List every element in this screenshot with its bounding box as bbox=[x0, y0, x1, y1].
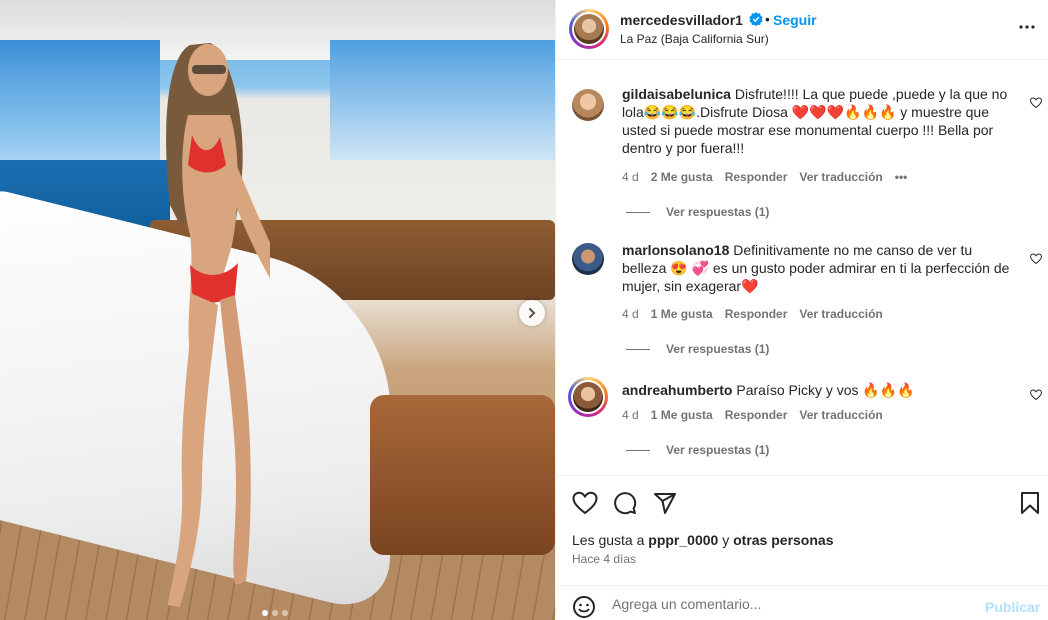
comment-text: gildaisabelunica Disfrute!!!! La que pue… bbox=[622, 85, 1016, 157]
view-replies-label: Ver respuestas (1) bbox=[666, 205, 770, 219]
reply-button[interactable]: Responder bbox=[725, 307, 788, 321]
carousel-dot bbox=[272, 610, 278, 616]
comment-composer: Publicar bbox=[556, 585, 1048, 620]
carousel-indicator bbox=[262, 610, 288, 616]
comment-body: Paraíso Picky y vos 🔥🔥🔥 bbox=[732, 382, 915, 398]
commenter-username[interactable]: andreahumberto bbox=[622, 382, 732, 398]
carousel-dot bbox=[282, 610, 288, 616]
translate-button[interactable]: Ver traducción bbox=[799, 170, 882, 184]
heart-icon[interactable] bbox=[1030, 97, 1042, 109]
post-header: mercedesvillador1 • Seguir La Paz (Baja … bbox=[556, 0, 1048, 60]
comment-text: andreahumberto Paraíso Picky y vos 🔥🔥🔥 bbox=[622, 381, 1016, 399]
next-photo-button[interactable] bbox=[519, 300, 545, 326]
likes-prefix: Les gusta a bbox=[572, 532, 649, 548]
author-username[interactable]: mercedesvillador1 bbox=[620, 12, 743, 28]
view-replies-button[interactable]: Ver respuestas (1) bbox=[626, 342, 769, 356]
person-figure bbox=[166, 43, 270, 607]
translate-button[interactable]: Ver traducción bbox=[799, 408, 882, 422]
commenter-username[interactable]: gildaisabelunica bbox=[622, 86, 731, 102]
post-location[interactable]: La Paz (Baja California Sur) bbox=[620, 32, 769, 46]
more-options-icon[interactable] bbox=[1018, 18, 1036, 36]
verified-badge-icon bbox=[749, 12, 763, 26]
commenter-avatar[interactable] bbox=[568, 377, 608, 417]
sky-right bbox=[330, 40, 555, 160]
post-actions: Les gusta a pppr_0000 y otras personas H… bbox=[556, 475, 1048, 585]
publish-button[interactable]: Publicar bbox=[985, 599, 1040, 615]
comment-likes[interactable]: 1 Me gusta bbox=[651, 307, 713, 321]
paper-plane-icon[interactable] bbox=[653, 491, 677, 515]
replies-divider bbox=[626, 348, 650, 350]
heart-icon[interactable] bbox=[572, 491, 598, 515]
commenter-avatar[interactable] bbox=[572, 243, 604, 275]
author-avatar[interactable] bbox=[569, 9, 609, 49]
view-replies-label: Ver respuestas (1) bbox=[666, 443, 770, 457]
comment-meta: 4 d 1 Me gusta Responder Ver traducción bbox=[622, 307, 883, 321]
comment-meta: 4 d 2 Me gusta Responder Ver traducción … bbox=[622, 170, 907, 184]
reply-button[interactable]: Responder bbox=[725, 408, 788, 422]
wooden-side-table bbox=[370, 395, 555, 555]
chevron-right-icon bbox=[529, 308, 536, 318]
likes-summary: Les gusta a pppr_0000 y otras personas bbox=[572, 532, 833, 548]
follow-button[interactable]: Seguir bbox=[773, 12, 817, 28]
post-side-panel: mercedesvillador1 • Seguir La Paz (Baja … bbox=[555, 0, 1048, 620]
comment-text: marlonsolano18 Definitivamente no me can… bbox=[622, 241, 1016, 295]
reply-button[interactable]: Responder bbox=[725, 170, 788, 184]
comments-list: gildaisabelunica Disfrute!!!! La que pue… bbox=[556, 61, 1048, 475]
comment-meta: 4 d 1 Me gusta Responder Ver traducción bbox=[622, 408, 883, 422]
view-replies-button[interactable]: Ver respuestas (1) bbox=[626, 443, 769, 457]
comment-age: 4 d bbox=[622, 307, 639, 321]
translate-button[interactable]: Ver traducción bbox=[799, 307, 882, 321]
commenter-username[interactable]: marlonsolano18 bbox=[622, 242, 729, 258]
comment-likes[interactable]: 2 Me gusta bbox=[651, 170, 713, 184]
likes-middle: y bbox=[718, 532, 734, 548]
heart-icon[interactable] bbox=[1030, 389, 1042, 401]
heart-icon[interactable] bbox=[1030, 253, 1042, 265]
comment-input[interactable] bbox=[612, 594, 972, 614]
view-replies-label: Ver respuestas (1) bbox=[666, 342, 770, 356]
post-photo[interactable] bbox=[0, 0, 555, 620]
liker-username[interactable]: pppr_0000 bbox=[648, 532, 718, 548]
comment-age: 4 d bbox=[622, 170, 639, 184]
post-timestamp: Hace 4 días bbox=[572, 552, 637, 566]
emoji-icon[interactable] bbox=[572, 595, 596, 619]
comment-more-options-icon[interactable]: ••• bbox=[895, 170, 908, 184]
comment-age: 4 d bbox=[622, 408, 639, 422]
commenter-avatar[interactable] bbox=[572, 89, 604, 121]
carousel-dot bbox=[262, 610, 268, 616]
likes-others-link[interactable]: otras personas bbox=[733, 532, 833, 548]
replies-divider bbox=[626, 211, 650, 213]
comment-likes[interactable]: 1 Me gusta bbox=[651, 408, 713, 422]
replies-divider bbox=[626, 449, 650, 451]
separator-dot: • bbox=[765, 11, 770, 27]
view-replies-button[interactable]: Ver respuestas (1) bbox=[626, 205, 769, 219]
bookmark-icon[interactable] bbox=[1019, 491, 1041, 515]
comment-icon[interactable] bbox=[613, 491, 637, 515]
